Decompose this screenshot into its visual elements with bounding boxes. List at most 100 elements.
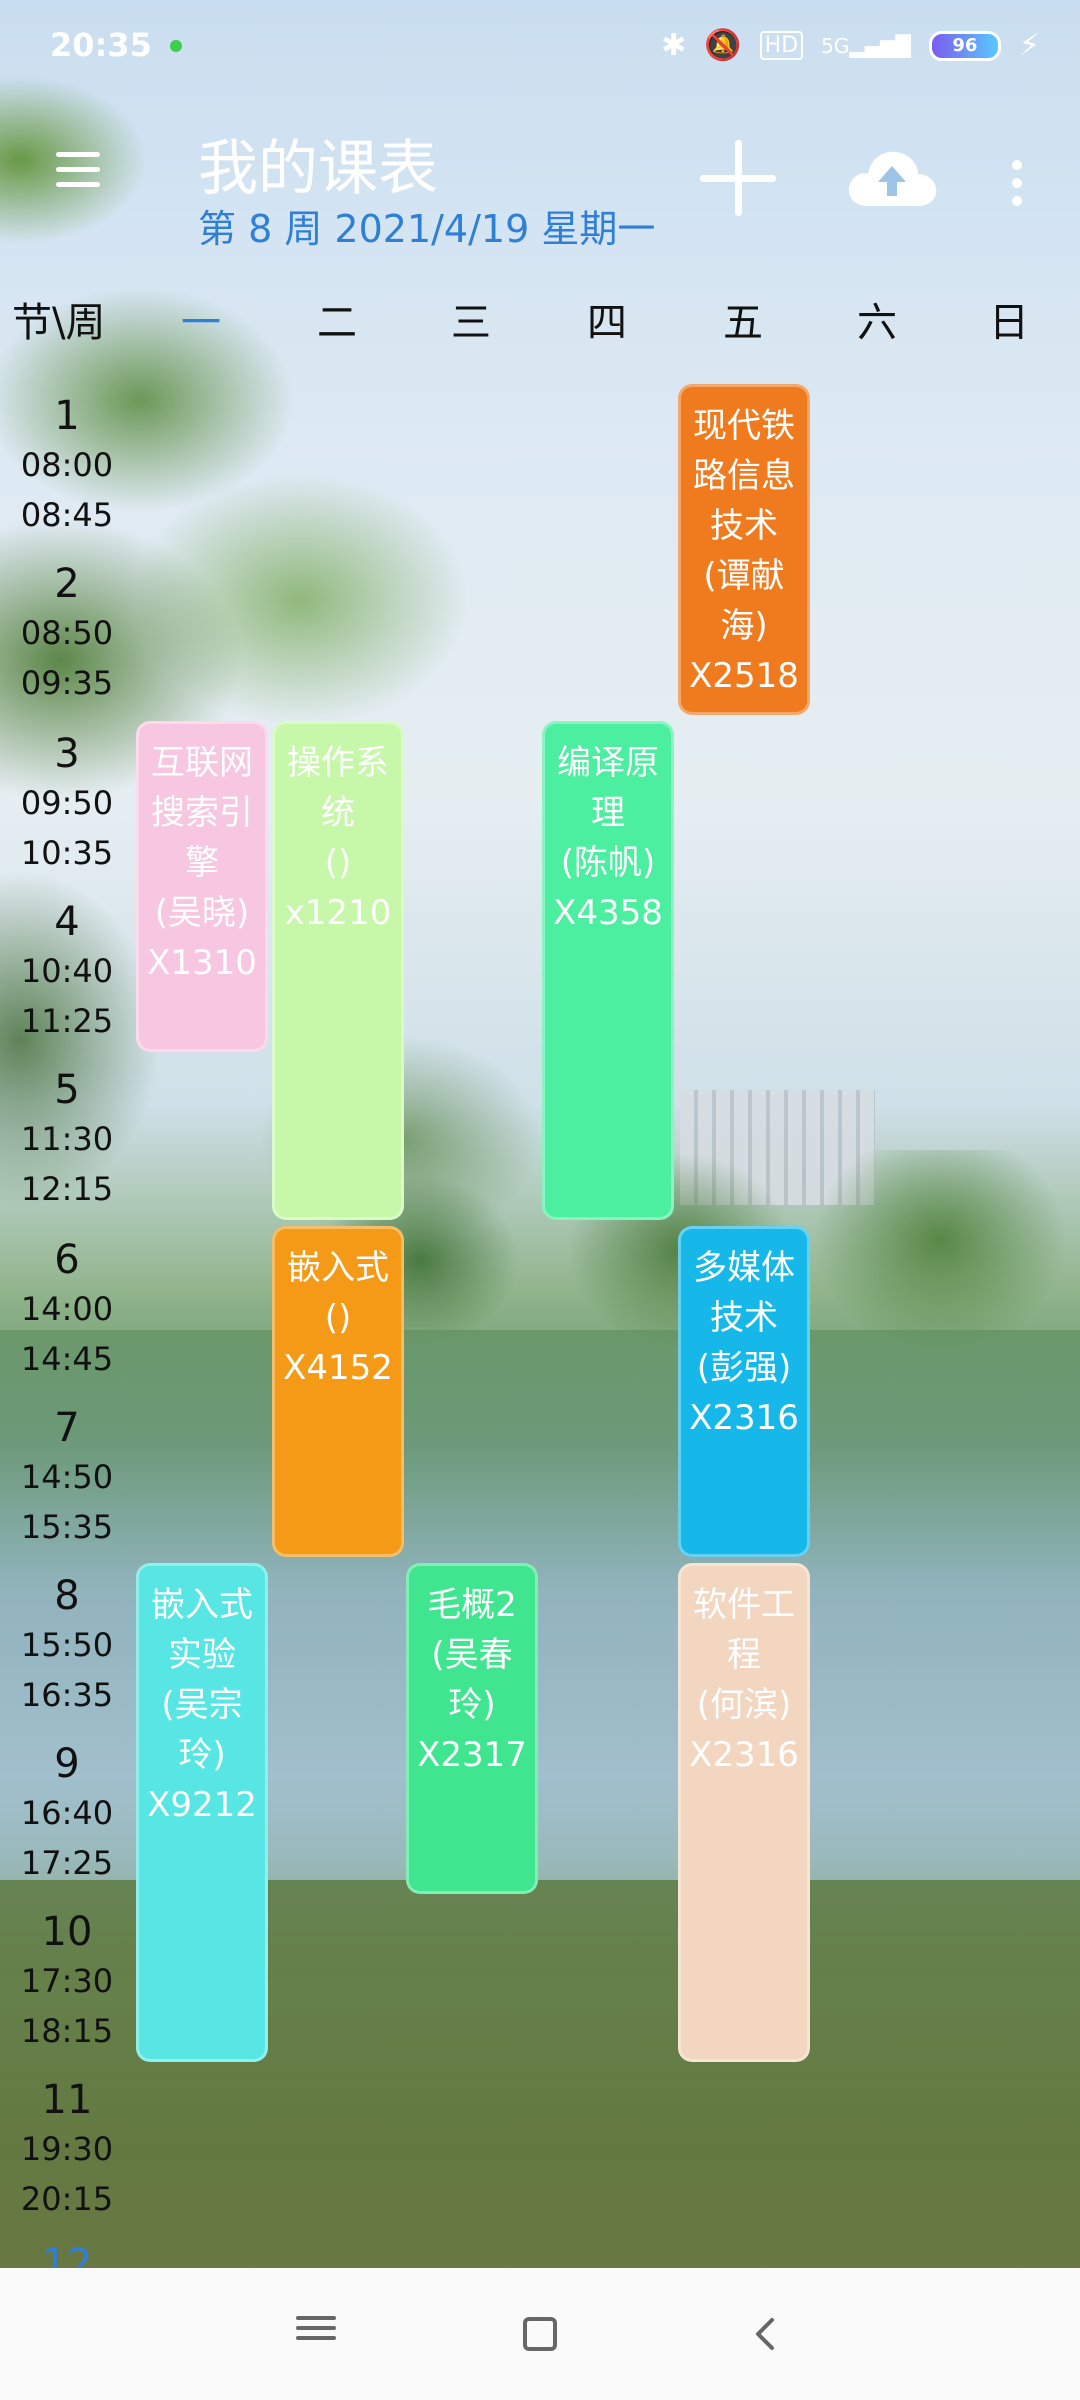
period-start: 16:40 xyxy=(20,1794,114,1832)
day-sun: 日 xyxy=(989,300,1029,346)
period-end: 14:45 xyxy=(20,1340,114,1378)
course-block[interactable]: 编译原 理 (陈帆) X4358 xyxy=(542,721,674,1220)
period-start: 14:50 xyxy=(20,1458,114,1496)
mute-bell-icon: 🔕 xyxy=(704,28,742,63)
period-number: 4 xyxy=(54,899,80,945)
day-fri: 五 xyxy=(723,300,763,346)
course-line: (吴晓) xyxy=(154,893,250,933)
period-number: 6 xyxy=(54,1237,80,1283)
period-start: 17:30 xyxy=(20,1962,114,2000)
course-line: (何滨) xyxy=(696,1685,792,1725)
period-number: 10 xyxy=(41,1909,93,1955)
more-options-button[interactable] xyxy=(1012,160,1026,210)
course-block[interactable]: 嵌入式 实验 (吴宗 玲) X9212 xyxy=(136,1563,268,2062)
status-bar: 20:35 ✱ 🔕 HD 5G▂▄▆█ 96 ⚡ xyxy=(0,0,1080,92)
period-end: 10:35 xyxy=(20,834,114,872)
period-end: 11:25 xyxy=(20,1002,114,1040)
course-line: (吴宗 xyxy=(161,1685,243,1725)
charging-icon: ⚡ xyxy=(1018,28,1040,63)
course-block[interactable]: 互联网 搜索引 擎 (吴晓) X1310 xyxy=(136,721,268,1052)
course-line: (谭献 xyxy=(703,556,785,596)
course-line: X2316 xyxy=(689,1735,799,1775)
period-start: 09:50 xyxy=(20,784,114,822)
period-number: 2 xyxy=(54,561,80,607)
status-indicator-dot xyxy=(170,40,182,52)
period-start: 08:00 xyxy=(20,446,114,484)
course-line: 软件工 xyxy=(693,1585,795,1625)
course-line: 擎 xyxy=(185,843,219,883)
period-8: 8 15:50 16:35 xyxy=(0,1572,134,1720)
period-5: 5 11:30 12:15 xyxy=(0,1066,134,1214)
course-line: 玲) xyxy=(448,1685,496,1725)
course-block[interactable]: 嵌入式 () X4152 xyxy=(272,1226,404,1557)
course-line: 毛概2 xyxy=(427,1585,517,1625)
period-number: 8 xyxy=(54,1573,80,1619)
course-line: 现代铁 xyxy=(693,406,795,446)
period-9: 9 16:40 17:25 xyxy=(0,1740,134,1888)
period-start: 10:40 xyxy=(20,952,114,990)
course-line: 搜索引 xyxy=(151,793,253,833)
period-end: 20:15 xyxy=(20,2180,114,2218)
course-line: 嵌入式 xyxy=(287,1248,389,1288)
menu-icon[interactable] xyxy=(56,152,100,187)
period-start: 08:50 xyxy=(20,614,114,652)
course-line: 路信息 xyxy=(693,456,795,496)
back-button[interactable] xyxy=(742,2310,790,2358)
course-line: 互联网 xyxy=(151,743,253,783)
day-mon: 一 xyxy=(181,300,221,346)
period-start: 11:30 xyxy=(20,1120,114,1158)
course-block[interactable]: 操作系 统 () x1210 xyxy=(272,721,404,1220)
home-button[interactable] xyxy=(516,2310,564,2358)
period-6: 6 14:00 14:45 xyxy=(0,1236,134,1384)
course-line: 编译原 xyxy=(557,743,659,783)
period-11: 11 19:30 20:15 xyxy=(0,2076,134,2224)
course-block[interactable]: 毛概2 (吴春 玲) X2317 xyxy=(406,1563,538,1894)
course-line: (彭强) xyxy=(696,1348,792,1388)
course-line: X4152 xyxy=(283,1348,393,1388)
period-end: 18:15 xyxy=(20,2012,114,2050)
period-number: 1 xyxy=(54,393,80,439)
week-date-subtitle[interactable]: 第 8 周 2021/4/19 星期一 xyxy=(198,198,655,253)
course-line: () xyxy=(324,1298,352,1338)
bluetooth-icon: ✱ xyxy=(661,28,687,63)
period-number: 5 xyxy=(54,1067,80,1113)
course-line: 理 xyxy=(591,793,625,833)
course-line: X4358 xyxy=(553,893,663,933)
weekday-header: 节\周 一 二 三 四 五 六 日 xyxy=(0,290,1080,350)
hd-icon: HD xyxy=(759,31,804,60)
course-line: () xyxy=(324,843,352,883)
cloud-upload-icon xyxy=(848,151,937,206)
course-line: 玲) xyxy=(178,1735,226,1775)
app-header: 我的课表 第 8 周 2021/4/19 星期一 xyxy=(0,110,1080,260)
day-tue: 二 xyxy=(317,300,357,346)
course-line: 嵌入式 xyxy=(151,1585,253,1625)
course-line: X9212 xyxy=(147,1785,257,1825)
recent-apps-button[interactable] xyxy=(292,2310,340,2358)
period-7: 7 14:50 15:35 xyxy=(0,1404,134,1552)
add-course-button[interactable] xyxy=(700,140,776,216)
period-end: 17:25 xyxy=(20,1844,114,1882)
period-end: 08:45 xyxy=(20,496,114,534)
course-line: 技术 xyxy=(710,1298,778,1338)
course-line: 实验 xyxy=(168,1635,236,1675)
course-line: 统 xyxy=(321,793,355,833)
course-block[interactable]: 软件工 程 (何滨) X2316 xyxy=(678,1563,810,2062)
course-line: X1310 xyxy=(147,943,257,983)
period-end: 09:35 xyxy=(20,664,114,702)
day-wed: 三 xyxy=(451,300,491,346)
period-2: 2 08:50 09:35 xyxy=(0,560,134,708)
period-start: 19:30 xyxy=(20,2130,114,2168)
period-end: 15:35 xyxy=(20,1508,114,1546)
period-number: 7 xyxy=(54,1405,80,1451)
course-block[interactable]: 多媒体 技术 (彭强) X2316 xyxy=(678,1226,810,1557)
course-line: X2317 xyxy=(417,1735,527,1775)
period-number: 3 xyxy=(54,731,80,777)
course-line: (陈帆) xyxy=(560,843,656,883)
period-3: 3 09:50 10:35 xyxy=(0,730,134,878)
back-chevron-icon xyxy=(756,2318,774,2350)
system-nav-bar xyxy=(0,2268,1080,2400)
period-10: 10 17:30 18:15 xyxy=(0,1908,134,2056)
course-block[interactable]: 现代铁 路信息 技术 (谭献 海) X2518 xyxy=(678,384,810,715)
period-start: 14:00 xyxy=(20,1290,114,1328)
cloud-upload-button[interactable] xyxy=(846,148,938,208)
